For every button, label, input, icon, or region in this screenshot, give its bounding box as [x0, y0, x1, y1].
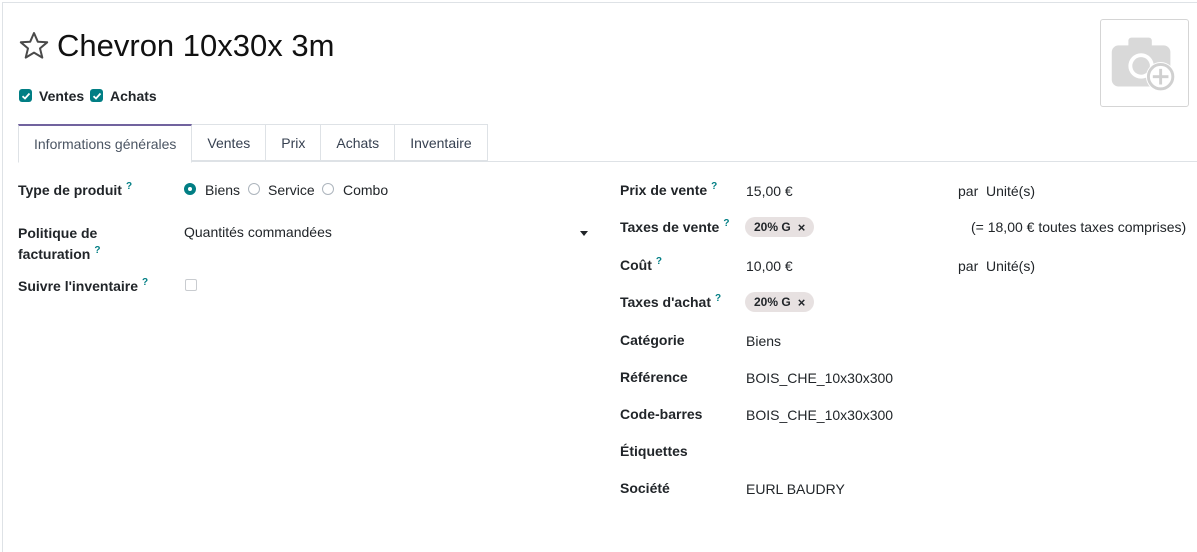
tags-input[interactable]: [746, 441, 1186, 463]
can-be-sold-label: Ventes: [39, 88, 85, 104]
purchase-taxes-label: Taxes d'achat?: [620, 293, 722, 310]
product-type-radio-service[interactable]: [248, 183, 260, 195]
reference-input[interactable]: BOIS_CHE_10x30x300: [746, 370, 893, 386]
can-be-sold-checkbox[interactable]: [19, 89, 32, 102]
sale-price-label: Prix de vente?: [620, 181, 718, 198]
product-image-upload[interactable]: [1100, 19, 1189, 107]
help-tooltip-icon[interactable]: ?: [723, 218, 729, 229]
sale-taxes-label: Taxes de vente?: [620, 218, 730, 235]
favorite-star-icon[interactable]: [18, 30, 50, 62]
help-tooltip-icon[interactable]: ?: [715, 293, 721, 304]
tags-label: Étiquettes: [620, 443, 688, 459]
sale-tax-tag: 20% G ×: [745, 217, 815, 237]
sale-price-unit: Unité(s): [986, 183, 1036, 199]
help-tooltip-icon[interactable]: ?: [126, 181, 132, 192]
can-be-purchased-label: Achats: [110, 88, 157, 104]
tab-general-information[interactable]: Informations générales: [18, 124, 193, 163]
product-type-radio-combo[interactable]: [322, 183, 334, 195]
barcode-label: Code-barres: [620, 406, 703, 422]
help-tooltip-icon[interactable]: ?: [142, 277, 148, 288]
sale-tax-included-text: (= 18,00 € toutes taxes comprises): [971, 219, 1187, 235]
sale-price-unit-prefix: par: [958, 183, 979, 199]
sale-price-input[interactable]: 15,00 €: [746, 183, 793, 199]
company-label: Société: [620, 480, 670, 496]
remove-tag-icon[interactable]: ×: [798, 295, 806, 310]
cost-unit-prefix: par: [958, 258, 979, 274]
cost-input[interactable]: 10,00 €: [746, 258, 793, 274]
category-input[interactable]: Biens: [746, 333, 781, 349]
help-tooltip-icon[interactable]: ?: [711, 181, 717, 192]
notebook-tabs: Informations générales Ventes Prix Achat…: [18, 124, 488, 163]
tab-purchase[interactable]: Achats: [321, 124, 396, 161]
track-inventory-checkbox[interactable]: [185, 279, 197, 291]
form-frame: [2, 2, 1197, 552]
tab-price[interactable]: Prix: [266, 124, 322, 161]
invoice-policy-select[interactable]: Quantités commandées: [184, 224, 332, 240]
company-input[interactable]: EURL BAUDRY: [746, 481, 845, 497]
product-title[interactable]: Chevron 10x30x 3m: [57, 27, 334, 65]
product-type-option-combo: Combo: [343, 182, 389, 198]
track-inventory-label: Suivre l'inventaire?: [18, 277, 149, 294]
tab-inventory[interactable]: Inventaire: [395, 124, 488, 161]
product-type-option-goods: Biens: [205, 182, 241, 198]
category-label: Catégorie: [620, 332, 685, 348]
remove-tag-icon[interactable]: ×: [798, 220, 806, 235]
reference-label: Référence: [620, 369, 688, 385]
purchase-tax-tag: 20% G ×: [745, 292, 815, 312]
help-tooltip-icon[interactable]: ?: [94, 245, 100, 256]
help-tooltip-icon[interactable]: ?: [656, 256, 662, 267]
barcode-input[interactable]: BOIS_CHE_10x30x300: [746, 407, 893, 423]
product-type-label: Type de produit?: [18, 181, 133, 198]
cost-unit: Unité(s): [986, 258, 1036, 274]
invoice-policy-label: Politique de facturation?: [18, 225, 101, 262]
cost-label: Coût?: [620, 256, 662, 273]
chevron-down-icon[interactable]: [580, 231, 588, 236]
tab-sales[interactable]: Ventes: [192, 124, 267, 161]
can-be-purchased-checkbox[interactable]: [90, 89, 103, 102]
product-type-radio-goods[interactable]: [184, 183, 196, 195]
product-type-option-service: Service: [268, 182, 315, 198]
camera-add-icon: [1111, 37, 1176, 92]
